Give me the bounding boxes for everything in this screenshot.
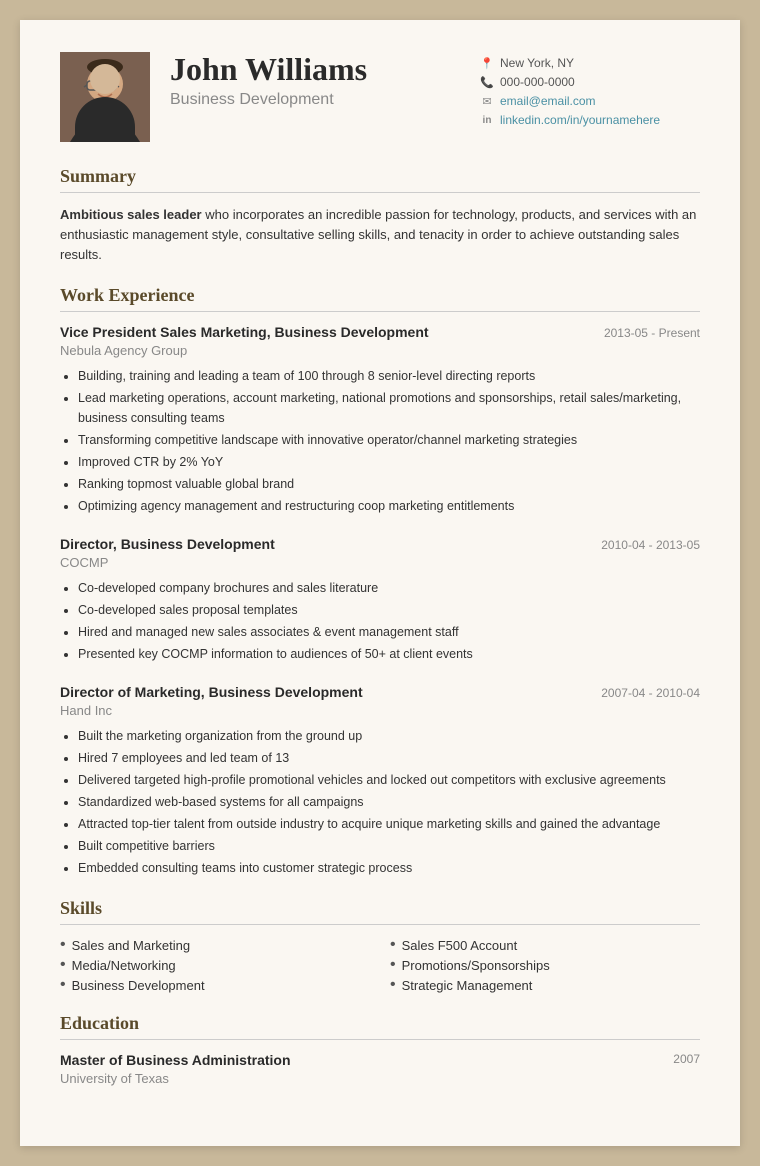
avatar: [60, 52, 150, 142]
job-header: Director of Marketing, Business Developm…: [60, 684, 700, 700]
linkedin-icon: in: [480, 115, 494, 126]
phone-icon: 📞: [480, 76, 494, 89]
bullet-item: Lead marketing operations, account marke…: [78, 388, 700, 428]
contact-email-link[interactable]: email@email.com: [500, 94, 596, 108]
skill-item: • Promotions/Sponsorships: [390, 957, 700, 973]
job-item: Director, Business Development 2010-04 -…: [60, 536, 700, 664]
bullet-item: Building, training and leading a team of…: [78, 366, 700, 386]
job-company: Hand Inc: [60, 703, 700, 718]
summary-text: Ambitious sales leader who incorporates …: [60, 205, 700, 265]
job-item: Director of Marketing, Business Developm…: [60, 684, 700, 878]
location-icon: 📍: [480, 57, 494, 70]
bullet-item: Hired and managed new sales associates &…: [78, 622, 700, 642]
bullet-item: Attracted top-tier talent from outside i…: [78, 814, 700, 834]
contact-block: 📍 New York, NY 📞 000-000-0000 ✉ email@em…: [480, 56, 700, 127]
job-dates: 2007-04 - 2010-04: [601, 686, 700, 700]
bullet-item: Transforming competitive landscape with …: [78, 430, 700, 450]
bullet-item: Co-developed company brochures and sales…: [78, 578, 700, 598]
avatar-image: [60, 52, 150, 142]
bullet-item: Co-developed sales proposal templates: [78, 600, 700, 620]
resume-document: John Williams Business Development 📍 New…: [20, 20, 740, 1146]
skill-label: Sales and Marketing: [72, 938, 191, 953]
summary-section: Summary Ambitious sales leader who incor…: [60, 166, 700, 265]
job-title: Director, Business Development: [60, 536, 275, 552]
work-section-title: Work Experience: [60, 285, 700, 312]
job-bullets: Built the marketing organization from th…: [60, 726, 700, 878]
job-header: Director, Business Development 2010-04 -…: [60, 536, 700, 552]
skill-item: • Business Development: [60, 977, 370, 993]
header-name-block: John Williams Business Development: [170, 52, 460, 109]
job-title: Director of Marketing, Business Developm…: [60, 684, 363, 700]
summary-section-title: Summary: [60, 166, 700, 193]
bullet-item: Built the marketing organization from th…: [78, 726, 700, 746]
bullet-item: Presented key COCMP information to audie…: [78, 644, 700, 664]
header-section: John Williams Business Development 📍 New…: [60, 52, 700, 142]
job-title: Vice President Sales Marketing, Business…: [60, 324, 429, 340]
job-item: Vice President Sales Marketing, Business…: [60, 324, 700, 516]
skill-label: Sales F500 Account: [402, 938, 518, 953]
skill-bullet-icon: •: [60, 957, 66, 973]
skill-label: Promotions/Sponsorships: [402, 958, 550, 973]
skill-bullet-icon: •: [390, 957, 396, 973]
skills-grid: • Sales and Marketing • Sales F500 Accou…: [60, 937, 700, 993]
skills-section-title: Skills: [60, 898, 700, 925]
education-item: Master of Business Administration Univer…: [60, 1052, 700, 1086]
summary-bold: Ambitious sales leader: [60, 207, 202, 222]
education-section-title: Education: [60, 1013, 700, 1040]
bullet-item: Delivered targeted high-profile promotio…: [78, 770, 700, 790]
job-bullets: Co-developed company brochures and sales…: [60, 578, 700, 664]
bullet-item: Ranking topmost valuable global brand: [78, 474, 700, 494]
skill-bullet-icon: •: [390, 977, 396, 993]
header-name: John Williams: [170, 52, 460, 87]
contact-linkedin-link[interactable]: linkedin.com/in/yournamehere: [500, 113, 660, 127]
bullet-item: Built competitive barriers: [78, 836, 700, 856]
job-dates: 2013-05 - Present: [604, 326, 700, 340]
job-company: COCMP: [60, 555, 700, 570]
contact-location: 📍 New York, NY: [480, 56, 700, 70]
job-bullets: Building, training and leading a team of…: [60, 366, 700, 516]
job-header: Vice President Sales Marketing, Business…: [60, 324, 700, 340]
skill-item: • Media/Networking: [60, 957, 370, 973]
job-company: Nebula Agency Group: [60, 343, 700, 358]
edu-school: University of Texas: [60, 1071, 291, 1086]
email-icon: ✉: [480, 95, 494, 108]
edu-degree: Master of Business Administration: [60, 1052, 291, 1068]
skill-label: Strategic Management: [402, 978, 533, 993]
bullet-item: Hired 7 employees and led team of 13: [78, 748, 700, 768]
bullet-item: Embedded consulting teams into customer …: [78, 858, 700, 878]
skill-label: Media/Networking: [72, 958, 176, 973]
contact-linkedin[interactable]: in linkedin.com/in/yournamehere: [480, 113, 700, 127]
skills-section: Skills • Sales and Marketing • Sales F50…: [60, 898, 700, 993]
bullet-item: Optimizing agency management and restruc…: [78, 496, 700, 516]
contact-phone-text: 000-000-0000: [500, 75, 575, 89]
skill-bullet-icon: •: [390, 937, 396, 953]
skill-bullet-icon: •: [60, 937, 66, 953]
contact-phone: 📞 000-000-0000: [480, 75, 700, 89]
skill-bullet-icon: •: [60, 977, 66, 993]
job-dates: 2010-04 - 2013-05: [601, 538, 700, 552]
avatar-svg: [60, 52, 150, 142]
education-section: Education Master of Business Administrat…: [60, 1013, 700, 1086]
contact-location-text: New York, NY: [500, 56, 574, 70]
bullet-item: Standardized web-based systems for all c…: [78, 792, 700, 812]
header-title: Business Development: [170, 91, 460, 109]
work-experience-section: Work Experience Vice President Sales Mar…: [60, 285, 700, 878]
contact-email[interactable]: ✉ email@email.com: [480, 94, 700, 108]
skill-item: • Sales F500 Account: [390, 937, 700, 953]
skill-item: • Sales and Marketing: [60, 937, 370, 953]
education-details: Master of Business Administration Univer…: [60, 1052, 291, 1086]
skill-label: Business Development: [72, 978, 205, 993]
skill-item: • Strategic Management: [390, 977, 700, 993]
bullet-item: Improved CTR by 2% YoY: [78, 452, 700, 472]
edu-year: 2007: [673, 1052, 700, 1066]
